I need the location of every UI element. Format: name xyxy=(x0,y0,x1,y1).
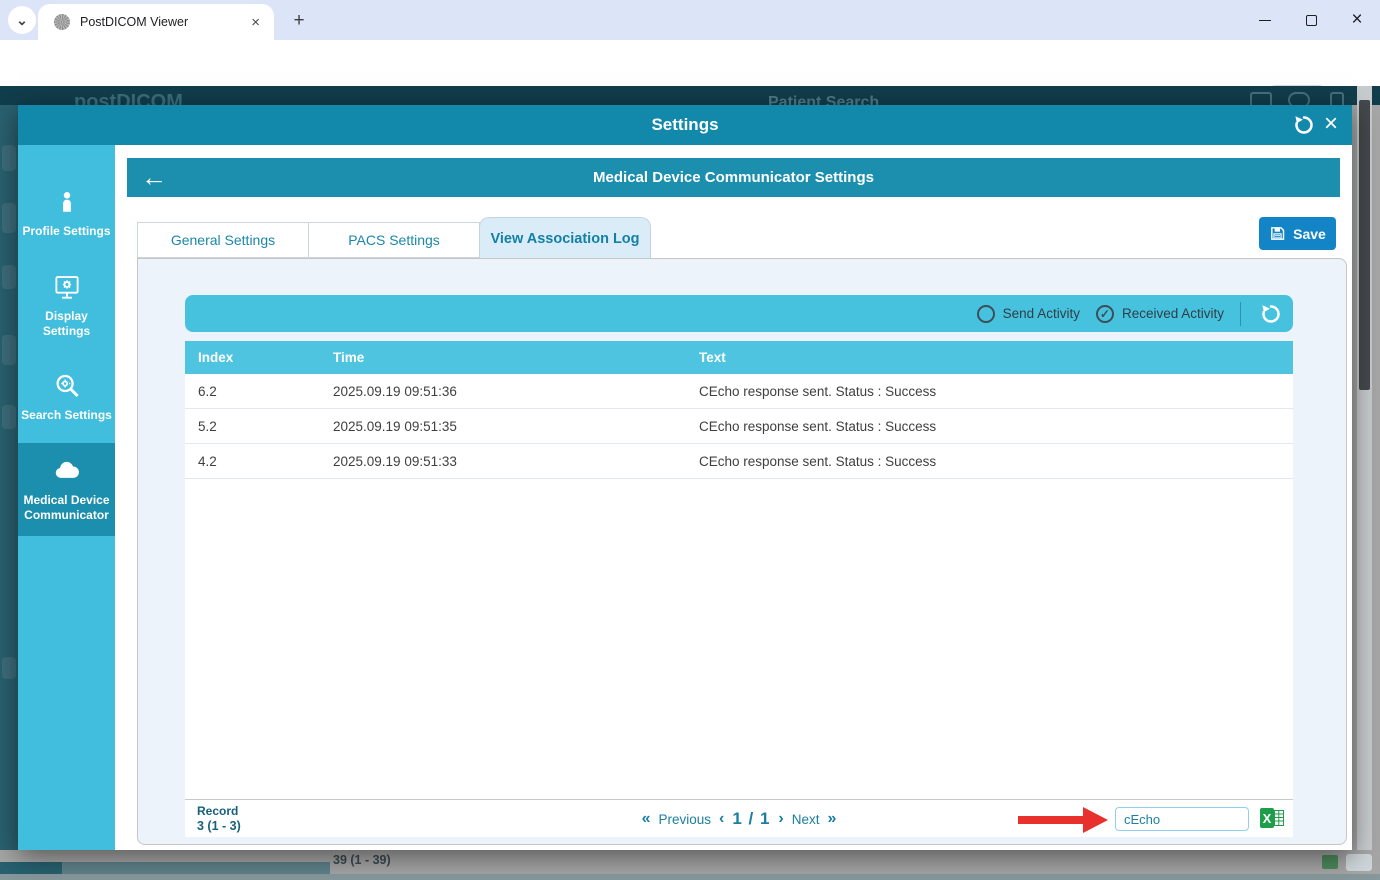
back-arrow-icon[interactable]: ← xyxy=(141,160,167,194)
app-header-icon xyxy=(1288,92,1310,105)
table-row[interactable]: 5.2 2025.09.19 09:51:35 CEcho response s… xyxy=(185,409,1293,444)
table-row[interactable]: 6.2 2025.09.19 09:51:36 CEcho response s… xyxy=(185,374,1293,409)
modal-close-button[interactable]: × xyxy=(1318,110,1344,138)
association-log-panel: Send Activity ✓ Received Activity xyxy=(137,258,1347,845)
app-logo: postDICOM xyxy=(74,91,183,105)
annotation-arrow xyxy=(1018,807,1108,833)
background-record-count: 39 (1 - 39) xyxy=(333,853,391,867)
display-gear-icon xyxy=(52,272,82,302)
maximize-icon xyxy=(1306,15,1317,26)
received-activity-radio[interactable]: ✓ Received Activity xyxy=(1096,305,1224,323)
refresh-icon xyxy=(1259,302,1283,326)
search-gear-icon xyxy=(52,371,82,401)
window-close-button[interactable]: × xyxy=(1334,0,1380,40)
modal-refresh-button[interactable] xyxy=(1292,113,1316,137)
modal-title: Settings xyxy=(651,115,718,135)
save-floppy-icon xyxy=(1269,225,1286,242)
settings-modal: Settings × Profile Settings xyxy=(18,105,1352,850)
last-page-button[interactable]: » xyxy=(828,810,837,828)
browser-toolbar: ← → germany.postdicom.com/Viewer/Main Gu… xyxy=(0,40,1380,86)
pagination: « Previous ‹ 1 / 1 › Next » xyxy=(642,800,837,838)
minimize-icon xyxy=(1259,20,1271,21)
app-left-rail-dimmed xyxy=(0,105,18,852)
background-excel-icon xyxy=(1322,855,1338,869)
log-search-input[interactable] xyxy=(1115,807,1249,831)
app-header-icon xyxy=(1250,92,1272,105)
settings-sidebar: Profile Settings Display Settings xyxy=(18,145,115,850)
settings-content: ← Medical Device Communicator Settings G… xyxy=(115,145,1352,850)
log-table-header: Index Time Text xyxy=(185,341,1293,374)
browser-tabstrip: ⌄ PostDICOM Viewer × + × xyxy=(0,0,1380,40)
export-excel-button[interactable]: X xyxy=(1259,807,1285,829)
new-tab-button[interactable]: + xyxy=(286,8,312,34)
sidebar-item-medical-device-communicator[interactable]: Medical Device Communicator xyxy=(18,443,115,536)
cloud-icon xyxy=(52,456,82,486)
table-row[interactable]: 4.2 2025.09.19 09:51:33 CEcho response s… xyxy=(185,444,1293,479)
first-page-button[interactable]: « xyxy=(642,810,651,828)
settings-modal-header: Settings × xyxy=(18,105,1352,145)
column-header-index: Index xyxy=(185,350,320,365)
record-count: Record 3 (1 - 3) xyxy=(197,804,241,835)
radio-unchecked-icon xyxy=(977,305,995,323)
tab-general-settings[interactable]: General Settings xyxy=(137,222,309,258)
save-button[interactable]: Save xyxy=(1259,217,1336,250)
window-maximize-button[interactable] xyxy=(1288,0,1334,40)
mdc-settings-header: ← Medical Device Communicator Settings xyxy=(127,158,1340,197)
tab-title: PostDICOM Viewer xyxy=(80,15,247,29)
log-refresh-button[interactable] xyxy=(1259,302,1283,326)
sidebar-item-profile-settings[interactable]: Profile Settings xyxy=(18,167,115,259)
svg-text:X: X xyxy=(1263,811,1272,826)
person-icon xyxy=(52,187,82,217)
app-header-icon xyxy=(1330,92,1344,105)
column-header-text: Text xyxy=(686,350,1293,365)
send-activity-radio[interactable]: Send Activity xyxy=(977,305,1080,323)
sidebar-item-display-settings[interactable]: Display Settings xyxy=(18,259,115,351)
page-scrollbar xyxy=(1357,86,1372,880)
table-footer: Record 3 (1 - 3) « Previous ‹ 1 / 1 › Ne… xyxy=(185,799,1293,837)
next-chevron-icon[interactable]: › xyxy=(778,810,783,828)
tab-search-chevron-icon[interactable]: ⌄ xyxy=(8,6,36,34)
previous-chevron-icon[interactable]: ‹ xyxy=(719,810,724,828)
scrollbar-thumb xyxy=(1359,100,1370,390)
previous-page-button[interactable]: Previous xyxy=(658,812,711,827)
app-header-dimmed: postDICOM Patient Search xyxy=(0,86,1380,105)
tab-favicon-icon xyxy=(54,14,70,30)
app-footer-dimmed: 39 (1 - 39) xyxy=(0,850,1380,880)
column-header-time: Time xyxy=(320,350,686,365)
tab-view-association-log[interactable]: View Association Log xyxy=(479,217,651,259)
save-label: Save xyxy=(1293,226,1326,242)
page-indicator: 1 / 1 xyxy=(732,809,770,829)
radio-checked-icon: ✓ xyxy=(1096,305,1114,323)
mdc-settings-title: Medical Device Communicator Settings xyxy=(593,169,874,186)
toolbar-divider xyxy=(1240,302,1241,326)
sidebar-item-search-settings[interactable]: Search Settings xyxy=(18,351,115,443)
table-empty-area xyxy=(185,479,1293,799)
tab-pacs-settings[interactable]: PACS Settings xyxy=(308,222,480,258)
background-search-box xyxy=(1346,854,1372,871)
refresh-icon xyxy=(1292,113,1316,137)
excel-icon: X xyxy=(1259,807,1285,829)
tab-close-icon[interactable]: × xyxy=(247,14,264,31)
window-minimize-button[interactable] xyxy=(1242,0,1288,40)
browser-tab[interactable]: PostDICOM Viewer × xyxy=(38,4,274,40)
activity-toolbar: Send Activity ✓ Received Activity xyxy=(185,295,1293,332)
app-page-title: Patient Search xyxy=(768,94,879,105)
next-page-button[interactable]: Next xyxy=(792,812,820,827)
